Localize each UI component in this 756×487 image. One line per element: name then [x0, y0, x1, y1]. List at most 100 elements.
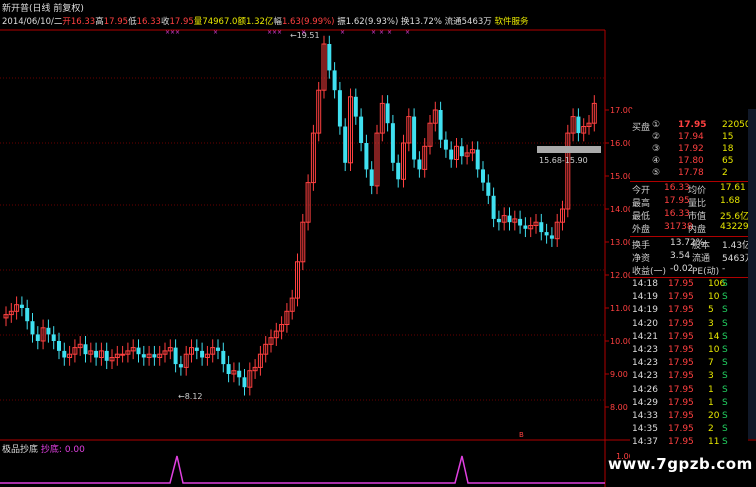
watermark: www.7gpzb.com: [608, 455, 753, 473]
quote-label: 今开: [632, 186, 651, 196]
quote-value: 16.33: [664, 183, 690, 193]
signal-marker: ×: [213, 29, 218, 36]
bid-index: ④: [652, 156, 661, 166]
side-toolbar[interactable]: [748, 109, 756, 439]
range-bar: [537, 146, 601, 153]
candle-body: [242, 377, 247, 388]
candle-body: [449, 149, 454, 160]
signal-marker: ×: [405, 29, 410, 36]
stat-turn-label: 换: [400, 17, 410, 27]
bid-index: ①: [652, 120, 661, 130]
bid-price: 17.80: [678, 156, 704, 166]
indicator-name[interactable]: 极品抄底: [2, 445, 38, 455]
tick-row: 14:23 17.95 7 S: [630, 358, 748, 371]
fin-value: -0.02: [670, 264, 694, 274]
quote-label: 量比: [688, 199, 707, 209]
tick-price: 17.95: [668, 331, 694, 342]
tick-volume: 1: [708, 384, 714, 395]
fin-label: 流通: [692, 254, 711, 264]
tick-row: 14:26 17.95 1 S: [630, 385, 748, 398]
candle-body: [141, 354, 146, 358]
candle-body: [25, 308, 30, 322]
candle-body: [19, 304, 24, 308]
quote-label: 外盘: [632, 225, 651, 235]
candle-body: [221, 350, 226, 365]
tick-volume: 3: [708, 318, 714, 329]
tick-price: 17.95: [668, 437, 694, 448]
tick-row: 14:35 17.95 2 S: [630, 424, 748, 437]
stat-vol: 74967.0: [202, 17, 238, 27]
tick-side: S: [722, 305, 728, 316]
candle-body: [57, 341, 61, 351]
tick-volume: 10: [708, 345, 720, 355]
bid-volume: 2: [722, 168, 728, 178]
signal-marker: ×: [175, 29, 180, 36]
tick-time: 14:23: [632, 371, 658, 382]
candle-body: [173, 347, 178, 365]
tick-time: 14:33: [632, 411, 658, 421]
stat-open-label: 开: [62, 17, 71, 27]
stat-turn: 13.72%: [409, 17, 442, 27]
tick-price: 17.95: [668, 279, 694, 289]
tick-price: 17.95: [668, 371, 694, 382]
stat-high: 17.95: [103, 17, 129, 27]
fin-row: 净资 3.54 流通 5463万: [630, 251, 754, 264]
signal-marker: ×: [379, 29, 384, 36]
candle-body: [576, 116, 581, 134]
bid-volume: 18: [722, 144, 734, 154]
tick-time: 14:21: [632, 331, 658, 342]
bottom-marker: B: [519, 431, 524, 439]
axis-tick-label: 9.00: [610, 370, 628, 379]
candle-body: [475, 149, 480, 170]
bid-price: 17.95: [678, 120, 707, 130]
tick-price: 17.95: [668, 397, 694, 408]
quote-row: 最低 16.33 市值 25.6亿: [630, 209, 749, 222]
tick-side: S: [722, 331, 728, 342]
candle-body: [359, 116, 364, 143]
candle-body: [412, 116, 417, 160]
candle-body: [369, 169, 374, 186]
fin-value: 3.54: [670, 251, 691, 261]
fin-row: 收益(一) -0.02 PE(动) -: [630, 264, 748, 277]
fin-label: 换手: [632, 241, 651, 251]
candle-body: [327, 44, 332, 71]
candle-body: [237, 370, 242, 378]
candle-body: [491, 195, 496, 219]
candle-body: [549, 235, 554, 239]
quote-value: 43229: [720, 222, 749, 232]
stat-close: 17.95: [169, 17, 194, 27]
header-bar: 新开普(日线 前复权) 2014/06/10/二开16.33高17.95低16.…: [0, 0, 756, 30]
tick-time: 14:23: [632, 358, 658, 369]
bid-price: 17.92: [678, 144, 704, 154]
window-title: 新开普(日线 前复权): [2, 4, 84, 14]
tick-side: S: [722, 371, 728, 382]
tick-price: 17.95: [668, 411, 694, 421]
indicator-series-label: 抄底:: [40, 445, 62, 455]
tick-time: 14:26: [632, 384, 658, 395]
candle-body: [51, 334, 56, 341]
low-annotation: ←8.12: [178, 392, 203, 401]
tick-side: S: [722, 384, 728, 395]
stat-sector[interactable]: 软件服务: [494, 17, 528, 27]
candle-body: [216, 347, 220, 351]
candle-body: [443, 139, 448, 150]
signal-marker: ×: [301, 29, 306, 36]
tick-time: 14:20: [632, 318, 658, 329]
tick-row: 14:23 17.95 10 S: [630, 345, 748, 358]
signal-marker: ×: [387, 29, 392, 36]
candlesticks: [3, 35, 597, 396]
tick-price: 17.95: [668, 305, 694, 316]
tick-side: S: [722, 345, 728, 355]
stat-chg-label: 幅: [273, 17, 282, 27]
candle-body: [152, 354, 157, 358]
quote-value: 17.95: [664, 196, 690, 206]
candle-body: [94, 350, 99, 358]
bid-price: 17.78: [678, 168, 704, 178]
candle-body: [518, 218, 523, 226]
range-annotation: 15.68-15.90: [539, 156, 588, 165]
tick-volume: 5: [708, 305, 714, 316]
stat-chg: 1.63(9.99%): [281, 17, 335, 27]
candle-body: [332, 70, 337, 91]
candle-body: [481, 169, 485, 183]
axis-tick-label: 8.00: [610, 403, 628, 412]
